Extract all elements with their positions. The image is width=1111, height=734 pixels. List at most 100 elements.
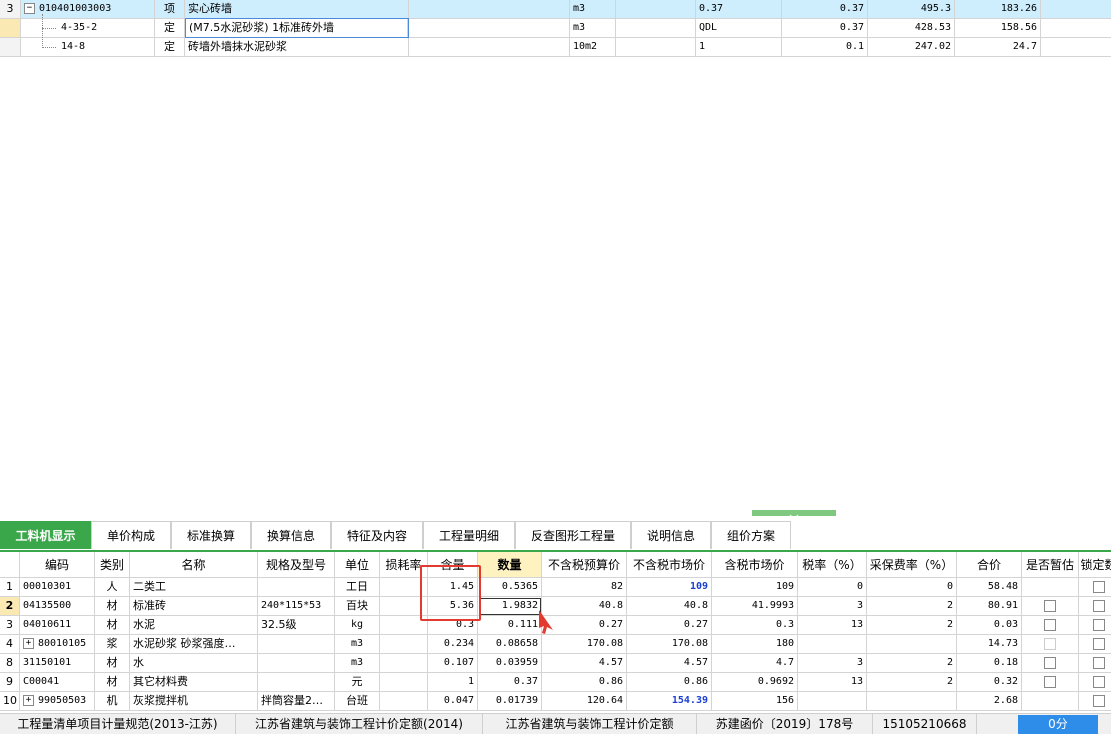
resource-quantity[interactable]: 0.5365 — [478, 578, 542, 597]
tab-pricing-plan[interactable]: 组价方案 — [711, 521, 791, 549]
provisional-cell[interactable] — [1022, 597, 1079, 616]
column-header-quantity[interactable]: 数量 — [478, 552, 542, 578]
column-header-market-price[interactable]: 不含税市场价 — [627, 552, 712, 578]
resource-fee-rate[interactable]: 2 — [867, 597, 957, 616]
table-row[interactable]: 9 C00041 材 其它材料费 元 1 0.37 0.86 0.86 0.96… — [0, 673, 1111, 692]
item-qty-expr[interactable]: 0.37 — [696, 0, 782, 18]
resource-market-price[interactable]: 4.57 — [627, 654, 712, 673]
resource-content[interactable]: 0.047 — [428, 692, 478, 711]
table-row[interactable]: 4-35-2 定 (M7.5水泥砂浆) 1标准砖外墙 m3 QDL 0.37 4… — [0, 18, 1111, 38]
lock-cell[interactable] — [1079, 673, 1111, 692]
item-name[interactable]: 砖墙外墙抹水泥砂浆 — [185, 38, 409, 56]
resource-quantity[interactable]: 0.01739 — [478, 692, 542, 711]
expand-icon[interactable]: + — [23, 637, 34, 649]
column-header-market-price-tax[interactable]: 含税市场价 — [712, 552, 798, 578]
resource-code-cell[interactable]: +99050503 — [20, 692, 95, 711]
lock-checkbox[interactable] — [1092, 695, 1105, 707]
status-quota-name[interactable]: 江苏省建筑与装饰工程计价定额 — [483, 714, 697, 734]
table-row[interactable]: 14-8 定 砖墙外墙抹水泥砂浆 10m2 1 0.1 247.02 24.7 — [0, 38, 1111, 57]
resource-name[interactable]: 其它材料费 — [130, 673, 258, 692]
resource-market-price-tax[interactable]: 156 — [712, 692, 798, 711]
tab-features-content[interactable]: 特征及内容 — [331, 521, 423, 549]
column-header-locked[interactable]: 锁定数 — [1079, 552, 1111, 578]
resource-tax-rate[interactable]: 3 — [798, 654, 867, 673]
resource-market-price-tax[interactable]: 4.7 — [712, 654, 798, 673]
resource-code[interactable]: 00010301 — [20, 578, 95, 597]
resource-market-price-tax[interactable]: 0.9692 — [712, 673, 798, 692]
resource-tax-rate[interactable]: 0 — [798, 578, 867, 597]
resource-fee-rate[interactable]: 0 — [867, 578, 957, 597]
resource-quantity[interactable]: 0.37 — [478, 673, 542, 692]
resource-spec[interactable]: 32.5级 — [258, 616, 335, 635]
resource-tax-rate[interactable] — [798, 635, 867, 654]
resource-name[interactable]: 灰浆搅拌机 — [130, 692, 258, 711]
resource-code[interactable]: 04135500 — [20, 597, 95, 616]
resource-spec[interactable] — [258, 654, 335, 673]
provisional-checkbox[interactable] — [1044, 619, 1056, 631]
item-feature[interactable] — [409, 38, 570, 56]
resource-code-cell[interactable]: +80010105 — [20, 635, 95, 654]
resource-fee-rate[interactable]: 2 — [867, 654, 957, 673]
resource-spec[interactable] — [258, 635, 335, 654]
lock-cell[interactable] — [1079, 578, 1111, 597]
column-header-procurement-fee-rate[interactable]: 采保费率（%） — [867, 552, 957, 578]
resource-quantity[interactable]: 0.08658 — [478, 635, 542, 654]
lock-checkbox[interactable] — [1092, 638, 1105, 650]
resource-content[interactable]: 1 — [428, 673, 478, 692]
table-row[interactable]: 8 31150101 材 水 m3 0.107 0.03959 4.57 4.5… — [0, 654, 1111, 673]
resource-spec[interactable]: 拌筒容量2… — [258, 692, 335, 711]
resource-fee-rate[interactable] — [867, 635, 957, 654]
lock-checkbox[interactable] — [1092, 600, 1105, 612]
item-feature[interactable] — [409, 0, 570, 18]
resource-market-price[interactable]: 0.86 — [627, 673, 712, 692]
resource-loss-rate[interactable] — [380, 635, 428, 654]
lock-cell[interactable] — [1079, 616, 1111, 635]
column-header-total[interactable]: 合价 — [957, 552, 1022, 578]
resource-market-price[interactable]: 109 — [627, 578, 712, 597]
column-header-budget-price[interactable]: 不含税预算价 — [542, 552, 627, 578]
item-qty-expr[interactable]: 1 — [696, 38, 782, 56]
column-header-code[interactable]: 编码 — [20, 552, 95, 578]
resource-tax-rate[interactable]: 3 — [798, 597, 867, 616]
status-bill-standard[interactable]: 工程量清单项目计量规范(2013-江苏) — [0, 714, 236, 734]
resource-fee-rate[interactable]: 2 — [867, 673, 957, 692]
status-account[interactable]: 15105210668 — [873, 714, 977, 734]
resource-loss-rate[interactable] — [380, 654, 428, 673]
status-price-document[interactable]: 苏建函价〔2019〕178号 — [697, 714, 873, 734]
table-row[interactable]: 1 00010301 人 二类工 工日 1.45 0.5365 82 109 1… — [0, 578, 1111, 597]
item-qty-expr[interactable]: QDL — [696, 19, 782, 37]
resource-name[interactable]: 水泥 — [130, 616, 258, 635]
resource-spec[interactable] — [258, 673, 335, 692]
lock-cell[interactable] — [1079, 635, 1111, 654]
resource-code[interactable]: 04010611 — [20, 616, 95, 635]
table-row[interactable]: 10 +99050503 机 灰浆搅拌机 拌筒容量2… 台班 0.047 0.0… — [0, 692, 1111, 711]
item-name[interactable]: 实心砖墙 — [185, 0, 409, 18]
panel-splitter-handle[interactable] — [752, 510, 836, 520]
resource-quantity[interactable]: 0.111 — [478, 616, 542, 635]
lock-checkbox[interactable] — [1092, 581, 1105, 593]
resource-loss-rate[interactable] — [380, 673, 428, 692]
resource-market-price[interactable]: 154.39 — [627, 692, 712, 711]
column-header-unit[interactable]: 单位 — [335, 552, 380, 578]
tab-unit-price-composition[interactable]: 单价构成 — [91, 521, 171, 549]
provisional-checkbox[interactable] — [1044, 657, 1056, 669]
resource-quantity[interactable]: 0.03959 — [478, 654, 542, 673]
column-header-category[interactable]: 类别 — [95, 552, 130, 578]
tab-reverse-graphic-quantity[interactable]: 反查图形工程量 — [515, 521, 631, 549]
resource-spec[interactable]: 240*115*53 — [258, 597, 335, 616]
column-header-name[interactable]: 名称 — [130, 552, 258, 578]
resource-name[interactable]: 二类工 — [130, 578, 258, 597]
tab-description-info[interactable]: 说明信息 — [631, 521, 711, 549]
item-feature[interactable] — [409, 19, 570, 37]
score-badge[interactable]: 0分 — [1018, 715, 1098, 734]
resource-tax-rate[interactable]: 13 — [798, 616, 867, 635]
resource-name[interactable]: 标准砖 — [130, 597, 258, 616]
resource-market-price-tax[interactable]: 41.9993 — [712, 597, 798, 616]
status-quota-standard[interactable]: 江苏省建筑与装饰工程计价定额(2014) — [236, 714, 483, 734]
resource-name[interactable]: 水泥砂浆 砂浆强度… — [130, 635, 258, 654]
provisional-checkbox[interactable] — [1044, 676, 1056, 688]
tab-standard-conversion[interactable]: 标准换算 — [171, 521, 251, 549]
lock-cell[interactable] — [1079, 654, 1111, 673]
resource-market-price-tax[interactable]: 0.3 — [712, 616, 798, 635]
table-row[interactable]: 4 +80010105 浆 水泥砂浆 砂浆强度… m3 0.234 0.0865… — [0, 635, 1111, 654]
